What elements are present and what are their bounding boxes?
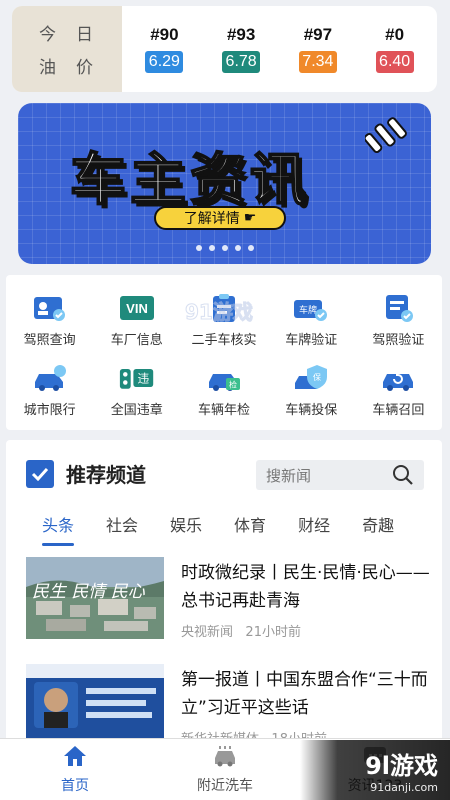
oil-price-item: #0 6.40 (375, 25, 414, 73)
svg-text:检: 检 (229, 380, 237, 390)
learn-more-label: 了解详情 (183, 211, 240, 227)
watermark-corner: 9l游戏 91danji.com (300, 740, 450, 800)
watermark-text: 91游戏 (185, 300, 254, 325)
fuel-grade: #90 (150, 25, 179, 44)
news-thumbnail (26, 664, 164, 746)
service-label: 驾照验证 (372, 332, 425, 348)
traffic-violation-icon: 违 (119, 363, 155, 393)
watermark-logo: 91游戏 (185, 296, 254, 325)
oil-label-char: 日 (76, 25, 95, 45)
svg-text:VIN: VIN (126, 301, 148, 316)
fuel-price: 6.29 (145, 51, 184, 73)
recommend-section: 推荐频道 搜新闻 头条 社会 娱乐 体育 财经 奇趣 民生 民情 民心 时政微纪录丨民生·… (6, 440, 442, 760)
news-thumbnail: 民生 民情 民心 (26, 557, 164, 639)
oil-label-char: 油 (39, 58, 58, 78)
learn-more-button[interactable]: 了解详情 ☛ (154, 206, 286, 230)
tab-channel[interactable]: 娱乐 (170, 512, 202, 536)
service-label: 车辆投保 (285, 403, 338, 419)
news-banner[interactable]: 车主资讯 了解详情 ☛ (18, 103, 431, 264)
news-item[interactable]: 民生 民情 民心 时政微纪录丨民生·民情·民心——总书记再赴青海 央视新闻 21… (26, 557, 442, 643)
news-title[interactable]: 第一报道丨中国东盟合作“三十而立”习近平这些话 (181, 666, 431, 722)
oil-price-label: 今 日 油 价 (12, 6, 122, 92)
svg-text:车牌: 车牌 (299, 304, 317, 316)
pointing-hand-icon: ☛ (243, 210, 257, 226)
license-icon (32, 293, 68, 323)
sparkle-icon (365, 117, 407, 154)
car-restriction-icon (32, 363, 68, 393)
oil-price-item: #97 7.34 (298, 25, 337, 73)
license-plate-icon: 车牌 (293, 293, 329, 323)
service-label: 车厂信息 (110, 332, 163, 348)
recall-icon (380, 363, 416, 393)
fuel-price: 7.34 (298, 51, 337, 73)
service-label: 驾照查询 (23, 332, 76, 348)
service-item-recall[interactable]: 车辆召回 (355, 356, 442, 427)
service-item-insurance[interactable]: 保 车辆投保 (268, 356, 355, 427)
news-search-input[interactable]: 搜新闻 (256, 460, 424, 490)
oil-price-item: #93 6.78 (222, 25, 261, 73)
oil-price-card[interactable]: 今 日 油 价 #90 6.29 #93 6.78 #97 7.34 #0 6.40 (12, 6, 437, 92)
service-label: 车牌验证 (285, 332, 338, 348)
news-time: 21小时前 (245, 625, 301, 640)
oil-label-char: 价 (76, 58, 95, 78)
banner-title: 车主资讯 (69, 147, 310, 214)
recommend-header: 推荐频道 (26, 459, 146, 488)
fuel-grade: #0 (385, 25, 405, 44)
tab-channel[interactable]: 头条 (42, 512, 75, 546)
service-label: 二手车核实 (191, 332, 257, 348)
tab-channel[interactable]: 财经 (298, 512, 330, 536)
nav-label: 首页 (61, 777, 89, 794)
svg-text:民生 民情 民心: 民生 民情 民心 (32, 582, 146, 602)
fuel-grade: #93 (226, 25, 256, 44)
service-label: 车辆年检 (197, 403, 250, 419)
service-item-vin[interactable]: VIN 车厂信息 (93, 285, 180, 356)
car-wash-icon (212, 745, 238, 771)
nav-label: 附近洗车 (197, 777, 253, 794)
news-meta: 央视新闻 21小时前 (181, 621, 301, 640)
search-placeholder: 搜新闻 (266, 466, 312, 485)
carousel-dot[interactable] (234, 245, 241, 251)
oil-price-item: #90 6.29 (145, 25, 184, 73)
oil-label-char: 今 (39, 25, 58, 45)
insurance-icon: 保 (293, 363, 329, 393)
svg-text:违: 违 (137, 372, 149, 386)
watermark-corner-text: 9l游戏 (365, 752, 438, 780)
check-icon (26, 459, 54, 488)
carousel-dot[interactable] (247, 245, 254, 251)
service-item-annual-inspection[interactable]: 检 车辆年检 (180, 356, 267, 427)
carousel-dot[interactable] (195, 245, 202, 251)
watermark-corner-url: 91danji.com (370, 781, 438, 794)
recommend-title: 推荐频道 (66, 463, 146, 487)
service-label: 车辆召回 (372, 403, 425, 419)
tab-channel[interactable]: 社会 (106, 512, 138, 536)
license-verify-icon (380, 293, 416, 323)
vin-icon: VIN (119, 293, 155, 323)
annual-inspection-icon: 检 (206, 363, 242, 393)
nav-item-car-wash[interactable]: 附近洗车 (150, 739, 300, 800)
search-icon[interactable] (392, 464, 414, 486)
service-item-car-restriction[interactable]: 城市限行 (6, 356, 93, 427)
service-label: 城市限行 (23, 403, 76, 419)
service-item-traffic-violation[interactable]: 违 全国违章 (93, 356, 180, 427)
channel-tabs: 头条 社会 娱乐 体育 财经 奇趣 (42, 512, 442, 546)
carousel-dot[interactable] (208, 245, 215, 251)
fuel-price: 6.78 (222, 51, 261, 73)
carousel-indicator[interactable] (18, 245, 431, 251)
fuel-price: 6.40 (375, 51, 414, 73)
tab-channel[interactable]: 奇趣 (362, 512, 394, 536)
news-title[interactable]: 时政微纪录丨民生·民情·民心——总书记再赴青海 (181, 559, 431, 615)
fuel-grade: #97 (303, 25, 333, 44)
carousel-dot[interactable] (221, 245, 228, 251)
service-item-license-verify[interactable]: 驾照验证 (355, 285, 442, 356)
service-item-license-plate[interactable]: 车牌 车牌验证 (268, 285, 355, 356)
service-item-license[interactable]: 驾照查询 (6, 285, 93, 356)
home-icon (63, 745, 87, 771)
tab-channel[interactable]: 体育 (234, 512, 266, 536)
svg-text:保: 保 (313, 372, 321, 382)
news-source: 央视新闻 (181, 625, 234, 640)
nav-item-home[interactable]: 首页 (0, 739, 150, 800)
service-label: 全国违章 (110, 403, 163, 419)
